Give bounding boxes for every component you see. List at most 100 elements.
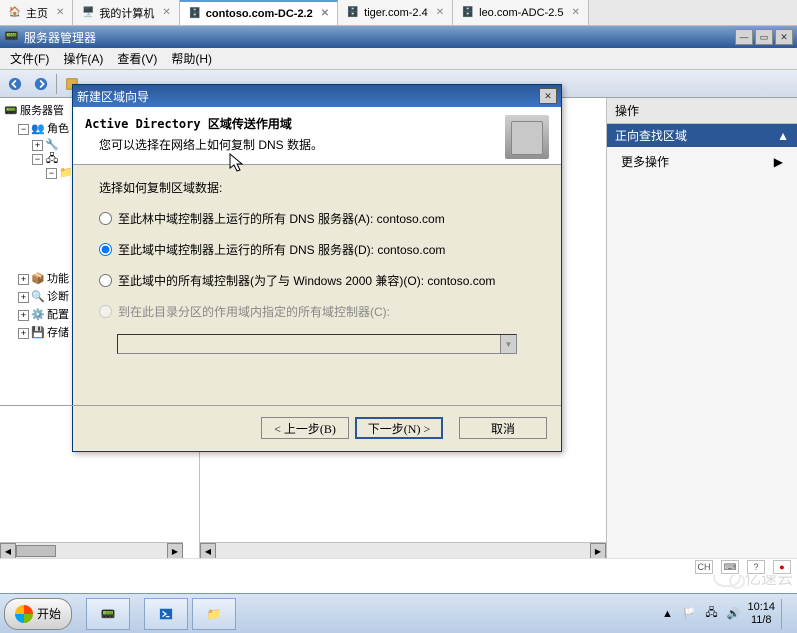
close-icon[interactable]: ✕ bbox=[571, 7, 579, 18]
server-manager-icon: 📟 bbox=[4, 104, 18, 118]
wizard-body: 选择如何复制区域数据: 至此林中域控制器上运行的所有 DNS 服务器(A): c… bbox=[73, 165, 561, 364]
tree-storage-label: 存储 bbox=[47, 324, 69, 342]
show-desktop-button[interactable] bbox=[781, 599, 791, 629]
menu-help[interactable]: 帮助(H) bbox=[165, 48, 218, 69]
diagnostics-icon: 🔍 bbox=[31, 290, 45, 304]
collapse-icon[interactable]: − bbox=[18, 124, 29, 135]
nav-forward-button[interactable] bbox=[30, 73, 52, 95]
menu-bar: 文件(F) 操作(A) 查看(V) 帮助(H) bbox=[0, 48, 797, 70]
tray-speaker-icon[interactable]: 🔊 bbox=[725, 606, 741, 622]
tray-flag-icon[interactable]: 🏳️ bbox=[681, 606, 697, 622]
tray-network-icon[interactable]: 🖧 bbox=[703, 606, 719, 622]
horizontal-scrollbar[interactable]: ◀ ▶ bbox=[0, 542, 183, 558]
tab-leo[interactable]: 🗄️ leo.com-ADC-2.5 ✕ bbox=[453, 0, 589, 25]
menu-file[interactable]: 文件(F) bbox=[4, 48, 55, 69]
tab-home-label: 主页 bbox=[26, 5, 48, 21]
tab-tiger[interactable]: 🗄️ tiger.com-2.4 ✕ bbox=[338, 0, 453, 25]
tree-features-label: 功能 bbox=[47, 270, 69, 288]
radio-alldc-input[interactable] bbox=[99, 274, 112, 287]
taskbar-clock[interactable]: 10:14 11/8 bbox=[747, 601, 775, 625]
expand-icon[interactable]: + bbox=[18, 292, 29, 303]
chevron-right-icon: ▶ bbox=[774, 155, 783, 169]
scroll-right-button[interactable]: ▶ bbox=[167, 543, 183, 558]
radio-domain-input[interactable] bbox=[99, 243, 112, 256]
horizontal-scrollbar[interactable]: ◀ ▶ bbox=[200, 542, 606, 558]
radio-domain-label: 至此域中域控制器上运行的所有 DNS 服务器(D): contoso.com bbox=[118, 241, 445, 258]
computer-icon: 🖥️ bbox=[81, 6, 95, 20]
wizard-titlebar[interactable]: 新建区域向导 ✕ bbox=[73, 85, 561, 107]
wizard-close-button[interactable]: ✕ bbox=[539, 88, 557, 104]
close-button[interactable]: ✕ bbox=[775, 29, 793, 45]
actions-subheader-label: 正向查找区域 bbox=[615, 127, 687, 144]
start-label: 开始 bbox=[37, 605, 61, 622]
chevron-down-icon: ▼ bbox=[500, 335, 516, 353]
tab-contoso-dc[interactable]: 🗄️ contoso.com-DC-2.2 ✕ bbox=[180, 0, 338, 25]
ime-indicator[interactable]: ⌨ bbox=[721, 560, 739, 574]
expand-icon[interactable]: + bbox=[18, 274, 29, 285]
scroll-left-button[interactable]: ◀ bbox=[200, 543, 216, 559]
scroll-left-button[interactable]: ◀ bbox=[0, 543, 16, 558]
tab-mycomputer[interactable]: 🖥️ 我的计算机 ✕ bbox=[73, 0, 179, 25]
separator bbox=[76, 598, 82, 630]
wizard-header-subtitle: 您可以选择在网络上如何复制 DNS 数据。 bbox=[85, 136, 505, 153]
tab-tiger-label: tiger.com-2.4 bbox=[364, 7, 428, 19]
tree-root-label: 服务器管 bbox=[20, 102, 64, 120]
radio-partition-label: 到在此目录分区的作用域内指定的所有域控制器(C): bbox=[118, 303, 390, 320]
toolbar-separator bbox=[56, 74, 57, 94]
actions-header: 操作 bbox=[607, 98, 797, 124]
taskbar-powershell[interactable] bbox=[144, 598, 188, 630]
clock-date: 11/8 bbox=[747, 614, 775, 626]
radio-forest-input[interactable] bbox=[99, 212, 112, 225]
menu-view[interactable]: 查看(V) bbox=[111, 48, 163, 69]
actions-more[interactable]: 更多操作 ▶ bbox=[607, 147, 797, 176]
clock-time: 10:14 bbox=[747, 601, 775, 613]
radio-alldc-label: 至此域中的所有域控制器(为了与 Windows 2000 兼容)(O): con… bbox=[118, 272, 495, 289]
minimize-button[interactable]: — bbox=[735, 29, 753, 45]
nav-back-button[interactable] bbox=[4, 73, 26, 95]
arrow-left-icon bbox=[8, 77, 22, 91]
record-indicator[interactable]: ● bbox=[773, 560, 791, 574]
tree-config-label: 配置 bbox=[47, 306, 69, 324]
close-icon[interactable]: ✕ bbox=[436, 7, 444, 18]
tab-home[interactable]: 🏠 主页 ✕ bbox=[0, 0, 73, 25]
radio-option-domain[interactable]: 至此域中域控制器上运行的所有 DNS 服务器(D): contoso.com bbox=[99, 241, 535, 258]
server-icon: 🗄️ bbox=[461, 6, 475, 20]
back-button[interactable]: < 上一步(B) bbox=[261, 417, 349, 439]
close-icon[interactable]: ✕ bbox=[162, 7, 170, 18]
collapse-icon[interactable]: − bbox=[32, 154, 43, 165]
taskbar-server-manager[interactable]: 📟 bbox=[86, 598, 130, 630]
scrollbar-thumb[interactable] bbox=[16, 545, 56, 557]
expand-icon[interactable]: + bbox=[32, 140, 43, 151]
next-button[interactable]: 下一步(N) > bbox=[355, 417, 443, 439]
cancel-button[interactable]: 取消 bbox=[459, 417, 547, 439]
server-icon: 🗄️ bbox=[346, 6, 360, 20]
menu-action[interactable]: 操作(A) bbox=[57, 48, 109, 69]
server-manager-icon: 📟 bbox=[101, 607, 116, 621]
wizard-header: Active Directory 区域传送作用域 您可以选择在网络上如何复制 D… bbox=[73, 107, 561, 165]
folder-icon: 📁 bbox=[207, 607, 222, 621]
actions-more-label: 更多操作 bbox=[621, 153, 669, 170]
expand-icon[interactable]: + bbox=[18, 328, 29, 339]
expand-icon[interactable]: + bbox=[18, 310, 29, 321]
collapse-icon[interactable]: − bbox=[46, 168, 57, 179]
maximize-button[interactable]: ▭ bbox=[755, 29, 773, 45]
language-indicator[interactable]: CH bbox=[695, 560, 713, 574]
server-image-icon bbox=[505, 115, 549, 159]
taskbar: 开始 📟 📁 ▲ 🏳️ 🖧 🔊 10:14 11/8 bbox=[0, 593, 797, 633]
arrow-right-icon bbox=[34, 77, 48, 91]
wizard-prompt: 选择如何复制区域数据: bbox=[99, 179, 535, 196]
close-icon[interactable]: ✕ bbox=[321, 8, 329, 19]
actions-subheader[interactable]: 正向查找区域 ▲ bbox=[607, 124, 797, 147]
start-button[interactable]: 开始 bbox=[4, 598, 72, 630]
close-icon[interactable]: ✕ bbox=[56, 7, 64, 18]
help-indicator[interactable]: ? bbox=[747, 560, 765, 574]
taskbar-explorer[interactable]: 📁 bbox=[192, 598, 236, 630]
scroll-right-button[interactable]: ▶ bbox=[590, 543, 606, 559]
wizard-title-text: 新建区域向导 bbox=[77, 88, 149, 105]
server-icon: 🗄️ bbox=[188, 7, 202, 21]
tray-up-icon[interactable]: ▲ bbox=[659, 606, 675, 622]
separator bbox=[0, 405, 561, 406]
radio-option-forest[interactable]: 至此林中域控制器上运行的所有 DNS 服务器(A): contoso.com bbox=[99, 210, 535, 227]
radio-option-all-dc[interactable]: 至此域中的所有域控制器(为了与 Windows 2000 兼容)(O): con… bbox=[99, 272, 535, 289]
home-icon: 🏠 bbox=[8, 6, 22, 20]
